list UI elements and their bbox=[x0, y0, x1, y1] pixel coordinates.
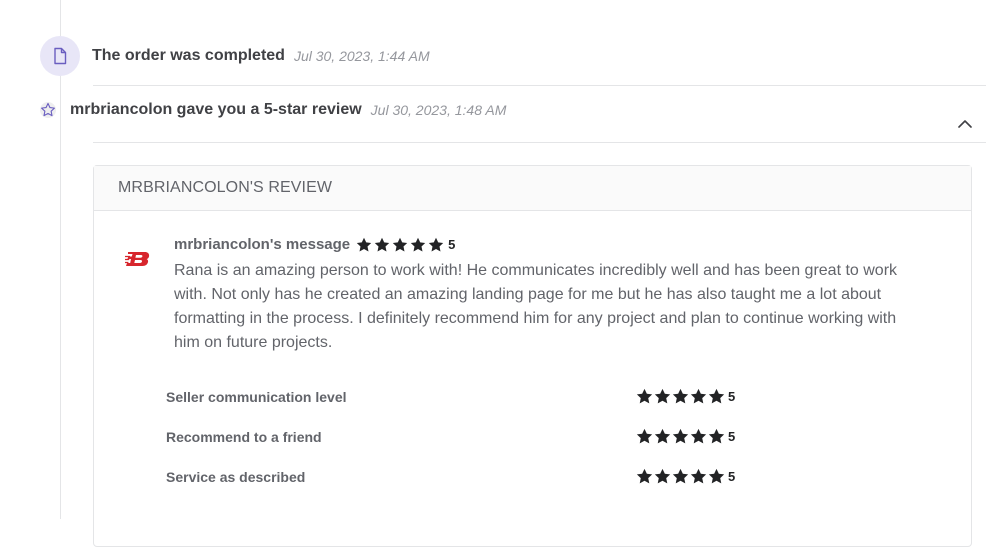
star-icon bbox=[708, 468, 725, 485]
star-icon bbox=[690, 468, 707, 485]
rating-score: 5 bbox=[728, 469, 736, 484]
rating-row-seller-communication: Seller communication level 5 bbox=[166, 388, 746, 405]
event-title: The order was completed bbox=[92, 47, 285, 64]
message-author: mrbriancolon's message bbox=[174, 236, 351, 253]
document-icon bbox=[40, 36, 80, 76]
star-outline-icon bbox=[40, 102, 56, 118]
star-icon bbox=[636, 468, 653, 485]
rating-stars: 5 bbox=[636, 468, 735, 485]
rating-stars: 5 bbox=[636, 428, 735, 445]
star-icon bbox=[672, 468, 689, 485]
rating-row-service-described: Service as described 5 bbox=[166, 468, 746, 485]
star-icon bbox=[690, 388, 707, 405]
message-score: 5 bbox=[448, 237, 456, 252]
star-icon bbox=[392, 237, 408, 253]
divider bbox=[93, 142, 986, 143]
timeline-event-order-completed: The order was completed Jul 30, 2023, 1:… bbox=[40, 36, 430, 76]
star-icon bbox=[708, 428, 725, 445]
star-icon bbox=[356, 237, 372, 253]
star-icon bbox=[410, 237, 426, 253]
divider bbox=[93, 85, 986, 86]
star-icon bbox=[654, 468, 671, 485]
star-icon bbox=[672, 388, 689, 405]
collapse-chevron-up-icon[interactable] bbox=[956, 117, 974, 131]
review-message-text: Rana is an amazing person to work with! … bbox=[174, 262, 898, 351]
star-icon bbox=[654, 428, 671, 445]
star-icon bbox=[636, 428, 653, 445]
event-timestamp: Jul 30, 2023, 1:44 AM bbox=[293, 48, 430, 64]
star-icon bbox=[636, 388, 653, 405]
star-icon bbox=[708, 388, 725, 405]
star-icon bbox=[374, 237, 390, 253]
message-header: mrbriancolon's message 5 bbox=[174, 236, 455, 253]
timeline-line bbox=[60, 0, 61, 519]
rating-score: 5 bbox=[728, 389, 736, 404]
star-icon bbox=[672, 428, 689, 445]
event-title: mrbriancolon gave you a 5-star review bbox=[70, 101, 362, 118]
rating-label: Service as described bbox=[166, 468, 306, 485]
rating-stars: 5 bbox=[636, 388, 735, 405]
rating-label: Recommend to a friend bbox=[166, 428, 322, 445]
rating-score: 5 bbox=[728, 429, 736, 444]
message-star-rating: 5 bbox=[356, 237, 455, 253]
event-timestamp: Jul 30, 2023, 1:48 AM bbox=[370, 102, 507, 118]
review-card: MRBRIANCOLON'S REVIEW mrbriancolon's mes… bbox=[93, 165, 972, 547]
star-icon bbox=[654, 388, 671, 405]
star-icon bbox=[428, 237, 444, 253]
timeline-event-review: mrbriancolon gave you a 5-star review Ju… bbox=[40, 101, 506, 119]
rating-label: Seller communication level bbox=[166, 388, 347, 405]
review-header: MRBRIANCOLON'S REVIEW bbox=[94, 166, 971, 211]
reviewer-logo bbox=[125, 248, 151, 270]
rating-row-recommend: Recommend to a friend 5 bbox=[166, 428, 746, 445]
star-icon bbox=[690, 428, 707, 445]
